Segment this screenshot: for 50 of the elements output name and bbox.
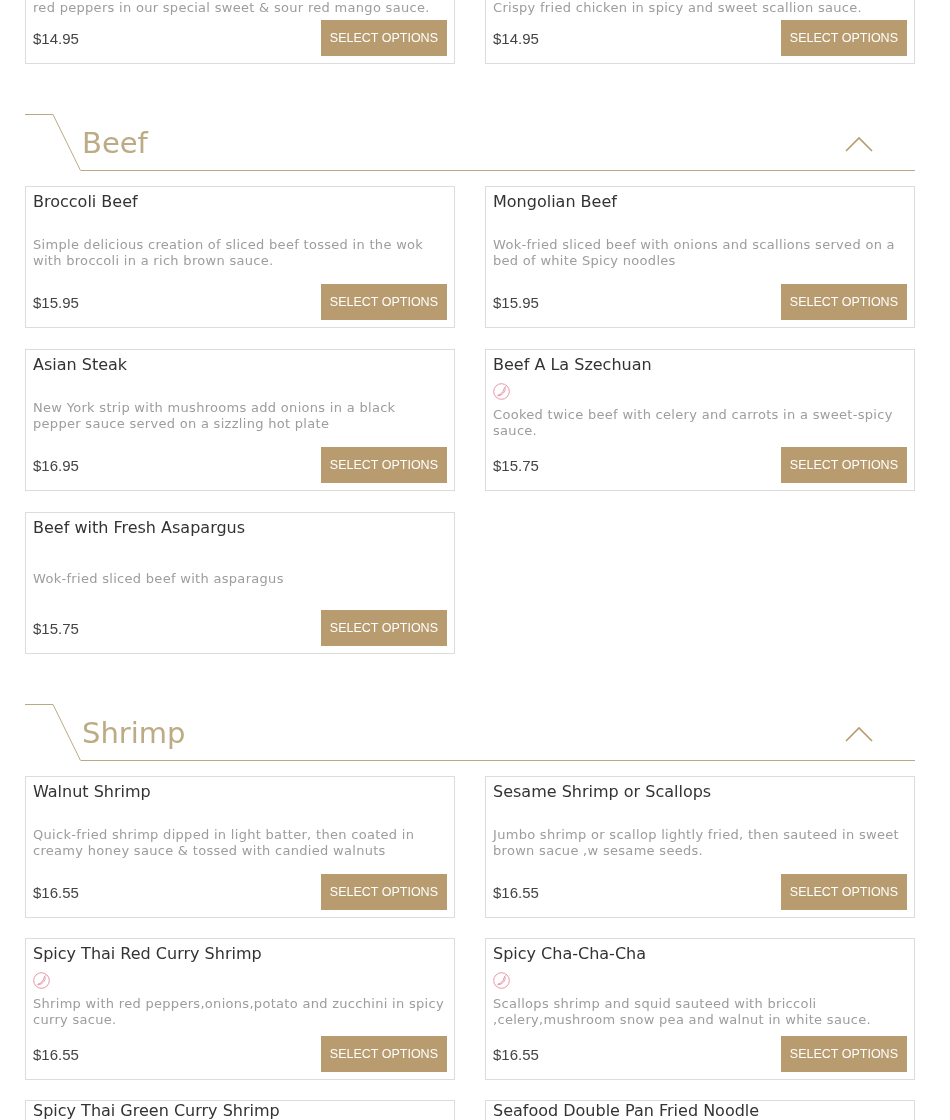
dish-description: Simple delicious creation of sliced beef tossed in the wok with broccoli in a rich brown sauce.	[33, 237, 425, 269]
dish-description: Wok-fried sliced beef with asparagus	[33, 571, 284, 587]
chevron-up-icon[interactable]	[845, 136, 873, 152]
dish-description: Quick-fried shrimp dipped in light batter, then coated in creamy honey sauce & tossed with candied walnuts	[33, 827, 416, 859]
select-options-button[interactable]: SELECT OPTIONS	[320, 610, 447, 646]
select-options-button[interactable]: SELECT OPTIONS	[320, 447, 447, 483]
dish-price: $16.55	[33, 883, 79, 901]
select-options-button[interactable]: SELECT OPTIONS	[320, 20, 447, 56]
dish-description: Scallops shrimp and squid sauteed with briccoli ,celery,mushroom snow pea and walnut in white sauce.	[493, 996, 872, 1028]
dish-name: Beef with Fresh Asapargus	[33, 518, 247, 538]
dish-name: Spicy Thai Red Curry Shrimp	[33, 944, 263, 964]
dish-price: $14.95	[493, 29, 539, 47]
dish-price: $16.55	[493, 1045, 539, 1063]
select-options-button[interactable]: SELECT OPTIONS	[780, 20, 907, 56]
dish-price: $16.55	[33, 1045, 79, 1063]
dish-name: Beef A La Szechuan	[493, 355, 653, 375]
dish-price: $15.75	[33, 619, 79, 637]
dish-name: Spicy Thai Green Curry Shrimp	[33, 1101, 281, 1120]
chevron-up-icon[interactable]	[845, 726, 873, 742]
dish-description: Crispy fried chicken in spicy and sweet scallion sauce.	[493, 0, 862, 16]
select-options-button[interactable]: SELECT OPTIONS	[780, 284, 907, 320]
section-title: Shrimp	[82, 718, 186, 750]
dish-name: Spicy Cha-Cha-Cha	[493, 944, 647, 964]
dish-description: Wok-fried sliced beef with onions and scallions served on a bed of white Spicy noodles	[493, 237, 896, 269]
dish-description: New York strip with mushrooms add onions in a black pepper sauce served on a sizzling hot plate	[33, 400, 397, 432]
dish-description: Shrimp with red peppers,onions,potato and zucchini in spicy curry sacue.	[33, 996, 445, 1028]
dish-name: Seafood Double Pan Fried Noodle	[493, 1101, 761, 1120]
dish-description: Jumbo shrimp or scallop lightly fried, then sauteed in sweet brown sacue ,w sesame seeds.	[493, 827, 900, 859]
dish-name: Mongolian Beef	[493, 192, 619, 212]
dish-description: Cooked twice beef with celery and carrots in a sweet-spicy sauce.	[493, 407, 894, 439]
dish-price: $15.95	[33, 293, 79, 311]
select-options-button[interactable]: SELECT OPTIONS	[780, 447, 907, 483]
dish-price: $16.95	[33, 456, 79, 474]
dish-name: Asian Steak	[33, 355, 129, 375]
select-options-button[interactable]: SELECT OPTIONS	[320, 874, 447, 910]
dish-name: Walnut Shrimp	[33, 782, 152, 802]
dish-description: red peppers in our special sweet & sour red mango sauce.	[33, 0, 430, 16]
dish-price: $15.75	[493, 456, 539, 474]
select-options-button[interactable]: SELECT OPTIONS	[780, 1036, 907, 1072]
select-options-button[interactable]: SELECT OPTIONS	[320, 284, 447, 320]
section-title: Beef	[82, 128, 148, 160]
dish-price: $16.55	[493, 883, 539, 901]
dish-price: $15.95	[493, 293, 539, 311]
corner-line-drawing	[25, 114, 81, 171]
select-options-button[interactable]: SELECT OPTIONS	[320, 1036, 447, 1072]
dish-name: Broccoli Beef	[33, 192, 139, 212]
select-options-button[interactable]: SELECT OPTIONS	[780, 874, 907, 910]
corner-line-drawing	[25, 704, 81, 761]
dish-price: $14.95	[33, 29, 79, 47]
dish-name: Sesame Shrimp or Scallops	[493, 782, 713, 802]
